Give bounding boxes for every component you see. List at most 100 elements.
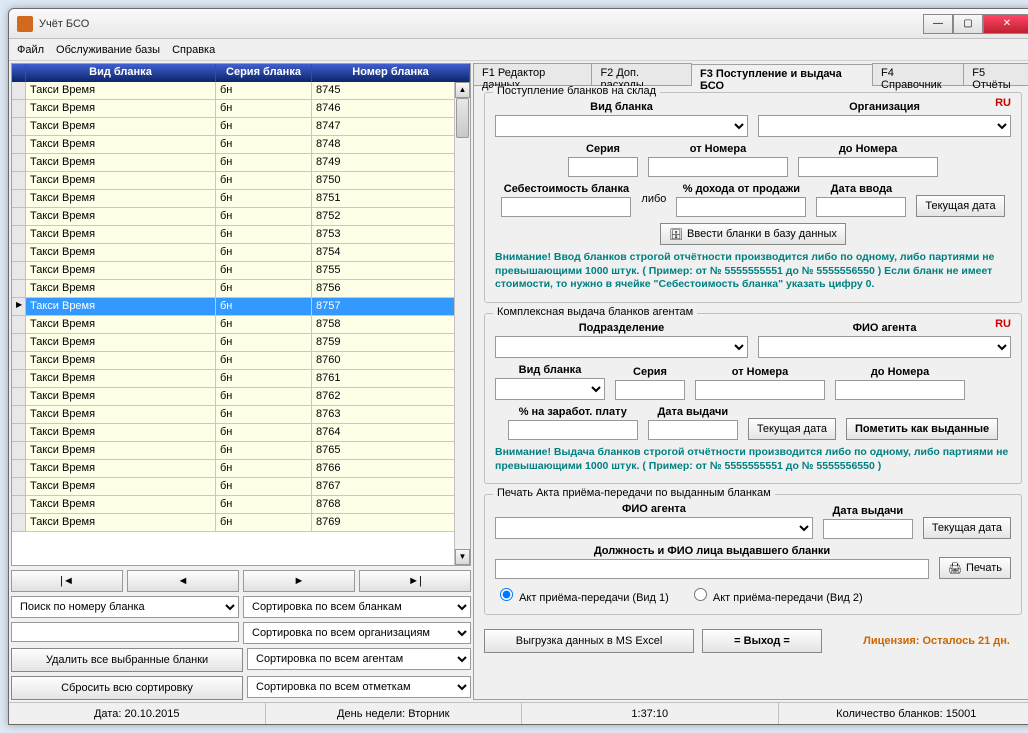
print-fio-combo[interactable] [495, 517, 813, 539]
reset-sort-button[interactable]: Сбросить всю сортировку [11, 676, 243, 700]
print-date-input[interactable] [823, 519, 913, 539]
receipt-vid-combo[interactable] [495, 115, 748, 137]
grid-scrollbar[interactable]: ▲ ▼ [454, 82, 470, 565]
table-row[interactable]: Такси Времябн8746 [12, 100, 470, 118]
col-header-series[interactable]: Серия бланка [216, 64, 312, 82]
data-grid[interactable]: Вид бланка Серия бланка Номер бланка Так… [11, 63, 471, 566]
database-icon: 🗄 [669, 228, 683, 241]
table-row[interactable]: Такси Времябн8761 [12, 370, 470, 388]
status-date: Дата: 20.10.2015 [9, 703, 266, 724]
group-receipt: Поступление бланков на склад RU Вид блан… [484, 92, 1022, 303]
group-issue: Комплексная выдача бланков агентам RU По… [484, 313, 1022, 484]
ru-indicator: RU [995, 97, 1011, 109]
right-panel: F1 Редактор данных F2 Доп. расходы F3 По… [473, 63, 1028, 700]
nav-next[interactable]: ► [243, 570, 355, 592]
search-input[interactable] [11, 622, 239, 642]
tab-f2[interactable]: F2 Доп. расходы [591, 63, 692, 85]
menu-maintenance[interactable]: Обслуживание базы [56, 44, 160, 56]
issue-pct-input[interactable] [508, 420, 638, 440]
close-button[interactable]: ✕ [983, 14, 1028, 34]
issue-from-input[interactable] [695, 380, 825, 400]
table-row[interactable]: Такси Времябн8758 [12, 316, 470, 334]
table-row[interactable]: Такси Времябн8750 [12, 172, 470, 190]
nav-prev[interactable]: ◄ [127, 570, 239, 592]
issue-fio-combo[interactable] [758, 336, 1011, 358]
table-row[interactable]: Такси Времябн8769 [12, 514, 470, 532]
sort-marks-combo[interactable]: Сортировка по всем отметкам [247, 676, 471, 698]
mark-issued-button[interactable]: Пометить как выданные [846, 418, 998, 440]
tab-f1[interactable]: F1 Редактор данных [473, 63, 592, 85]
print-button[interactable]: 🖨Печать [939, 557, 1011, 579]
tab-f4[interactable]: F4 Справочник [872, 63, 964, 85]
issue-vid-combo[interactable] [495, 378, 605, 400]
table-row[interactable]: Такси Времябн8749 [12, 154, 470, 172]
table-row[interactable]: Такси Времябн8754 [12, 244, 470, 262]
status-dow: День недели: Вторник [266, 703, 523, 724]
receipt-pct-input[interactable] [676, 197, 806, 217]
nav-last[interactable]: ►| [359, 570, 471, 592]
print-position-input[interactable] [495, 559, 929, 579]
tab-f3[interactable]: F3 Поступление и выдача БСО [691, 64, 873, 86]
table-row[interactable]: Такси Времябн8757 [12, 298, 470, 316]
table-row[interactable]: Такси Времябн8745 [12, 82, 470, 100]
receipt-date-input[interactable] [816, 197, 906, 217]
table-row[interactable]: Такси Времябн8751 [12, 190, 470, 208]
group-print-act: Печать Акта приёма-передачи по выданным … [484, 494, 1022, 615]
ru-indicator-2: RU [995, 318, 1011, 330]
receipt-cost-input[interactable] [501, 197, 631, 217]
col-header-vid[interactable]: Вид бланка [26, 64, 216, 82]
issue-to-input[interactable] [835, 380, 965, 400]
table-row[interactable]: Такси Времябн8755 [12, 262, 470, 280]
insert-blanks-button[interactable]: 🗄Ввести бланки в базу данных [660, 223, 846, 245]
table-row[interactable]: Такси Времябн8756 [12, 280, 470, 298]
menu-help[interactable]: Справка [172, 44, 215, 56]
window-title: Учёт БСО [39, 18, 923, 30]
search-by-combo[interactable]: Поиск по номеру бланка [11, 596, 239, 618]
menubar: Файл Обслуживание базы Справка [9, 39, 1028, 61]
col-header-number[interactable]: Номер бланка [312, 64, 470, 82]
sort-blanks-combo[interactable]: Сортировка по всем бланкам [243, 596, 471, 618]
table-row[interactable]: Такси Времябн8767 [12, 478, 470, 496]
receipt-series-input[interactable] [568, 157, 638, 177]
table-row[interactable]: Такси Времябн8763 [12, 406, 470, 424]
nav-first[interactable]: |◄ [11, 570, 123, 592]
table-row[interactable]: Такси Времябн8766 [12, 460, 470, 478]
receipt-from-input[interactable] [648, 157, 788, 177]
table-row[interactable]: Такси Времябн8752 [12, 208, 470, 226]
delete-selected-button[interactable]: Удалить все выбранные бланки [11, 648, 243, 672]
menu-file[interactable]: Файл [17, 44, 44, 56]
printer-icon: 🖨 [948, 562, 962, 575]
app-window: Учёт БСО — ▢ ✕ Файл Обслуживание базы Сп… [8, 8, 1028, 725]
receipt-to-input[interactable] [798, 157, 938, 177]
table-row[interactable]: Такси Времябн8762 [12, 388, 470, 406]
exit-button[interactable]: = Выход = [702, 629, 822, 653]
maximize-button[interactable]: ▢ [953, 14, 983, 34]
table-row[interactable]: Такси Времябн8760 [12, 352, 470, 370]
tab-f5[interactable]: F5 Отчёты [963, 63, 1028, 85]
table-row[interactable]: Такси Времябн8747 [12, 118, 470, 136]
issue-dept-combo[interactable] [495, 336, 748, 358]
minimize-button[interactable]: — [923, 14, 953, 34]
titlebar[interactable]: Учёт БСО — ▢ ✕ [9, 9, 1028, 39]
license-label: Лицензия: Осталось 21 дн. [863, 635, 1022, 647]
table-row[interactable]: Такси Времябн8768 [12, 496, 470, 514]
table-row[interactable]: Такси Времябн8764 [12, 424, 470, 442]
table-row[interactable]: Такси Времябн8748 [12, 136, 470, 154]
export-excel-button[interactable]: Выгрузка данных в MS Excel [484, 629, 694, 653]
act-type-1-radio[interactable]: Акт приёма-передачи (Вид 1) [495, 585, 669, 604]
table-row[interactable]: Такси Времябн8753 [12, 226, 470, 244]
receipt-org-combo[interactable] [758, 115, 1011, 137]
receipt-note: Внимание! Ввод бланков строгой отчётност… [495, 251, 1011, 292]
status-count: Количество бланков: 15001 [779, 703, 1028, 724]
act-type-2-radio[interactable]: Акт приёма-передачи (Вид 2) [689, 585, 863, 604]
issue-series-input[interactable] [615, 380, 685, 400]
issue-date-input[interactable] [648, 420, 738, 440]
table-row[interactable]: Такси Времябн8759 [12, 334, 470, 352]
sort-orgs-combo[interactable]: Сортировка по всем организациям [243, 622, 471, 644]
issue-today-button[interactable]: Текущая дата [748, 418, 836, 440]
print-today-button[interactable]: Текущая дата [923, 517, 1011, 539]
receipt-today-button[interactable]: Текущая дата [916, 195, 1004, 217]
table-row[interactable]: Такси Времябн8765 [12, 442, 470, 460]
statusbar: Дата: 20.10.2015 День недели: Вторник 1:… [9, 702, 1028, 724]
sort-agents-combo[interactable]: Сортировка по всем агентам [247, 648, 471, 670]
